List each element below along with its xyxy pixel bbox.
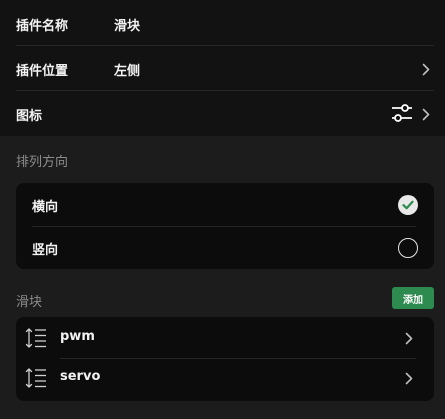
sort-list-icon[interactable]: [25, 367, 47, 389]
chevron-right-icon[interactable]: [419, 107, 433, 121]
add-slider-button[interactable]: 添加: [392, 287, 434, 309]
chevron-right-icon[interactable]: [402, 371, 416, 385]
icon-row[interactable]: 图标: [16, 92, 445, 136]
option-label: 竖向: [32, 242, 59, 258]
plugin-settings-page: 插件名称 滑块 插件位置 左侧 图标 排列方向 横向 竖向 滑块 添加 pwm …: [0, 0, 445, 419]
slider-list: pwm servo: [16, 317, 434, 401]
orientation-option-horizontal[interactable]: 横向: [16, 184, 434, 226]
divider: [16, 90, 434, 91]
sliders-icon: [391, 103, 413, 123]
orientation-option-vertical[interactable]: 竖向: [16, 227, 434, 269]
sliders-section-title: 滑块: [16, 295, 43, 310]
radio-checked-icon[interactable]: [398, 195, 418, 215]
sort-list-icon[interactable]: [25, 327, 47, 349]
plugin-position-value: 左侧: [114, 63, 141, 79]
plugin-position-row[interactable]: 插件位置 左侧: [16, 47, 445, 91]
list-item[interactable]: pwm: [16, 317, 434, 359]
icon-label: 图标: [16, 108, 43, 124]
plugin-name-label: 插件名称: [16, 18, 69, 34]
slider-name: servo: [60, 369, 101, 384]
chevron-right-icon[interactable]: [419, 62, 433, 76]
plugin-name-value: 滑块: [114, 18, 141, 34]
radio-unchecked-icon[interactable]: [398, 238, 418, 258]
divider: [16, 45, 434, 46]
orientation-section-title: 排列方向: [16, 155, 69, 170]
plugin-name-row[interactable]: 插件名称 滑块: [16, 2, 445, 46]
option-label: 横向: [32, 199, 59, 215]
chevron-right-icon[interactable]: [402, 331, 416, 345]
list-item[interactable]: servo: [16, 358, 434, 400]
plugin-position-label: 插件位置: [16, 63, 69, 79]
slider-name: pwm: [60, 329, 95, 344]
orientation-card: 横向 竖向: [16, 183, 434, 269]
